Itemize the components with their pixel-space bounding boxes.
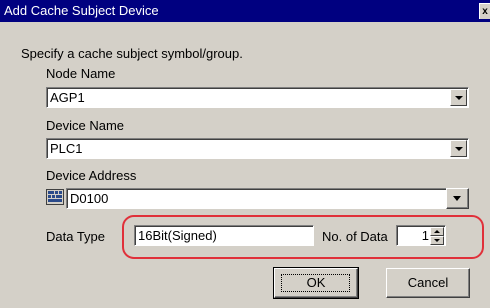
node-name-label: Node Name (46, 66, 116, 81)
node-name-dropdown-button[interactable] (450, 89, 467, 106)
device-address-value: D0100 (70, 191, 109, 206)
ok-button-label: OK (306, 275, 326, 290)
cancel-button-label: Cancel (407, 275, 449, 290)
instruction-text: Specify a cache subject symbol/group. (21, 46, 243, 61)
node-name-value: AGP1 (50, 90, 85, 105)
close-icon: x (482, 6, 488, 17)
node-name-combobox[interactable]: AGP1 (46, 87, 469, 108)
chevron-down-icon (455, 96, 463, 100)
cancel-button[interactable]: Cancel (386, 268, 470, 298)
add-cache-subject-device-dialog: Add Cache Subject Device x Specify a cac… (0, 0, 490, 308)
chevron-down-icon (453, 196, 461, 201)
device-name-combobox[interactable]: PLC1 (46, 138, 469, 159)
dialog-title: Add Cache Subject Device (4, 3, 159, 18)
device-name-dropdown-button[interactable] (450, 140, 467, 157)
device-name-label: Device Name (46, 118, 125, 133)
chevron-down-icon (455, 147, 463, 151)
title-bar[interactable]: Add Cache Subject Device x (0, 0, 490, 22)
data-type-label: Data Type (46, 229, 106, 244)
device-address-input-icon[interactable] (46, 189, 64, 205)
device-address-dropdown-button[interactable] (446, 188, 469, 209)
device-name-value: PLC1 (50, 141, 83, 156)
annotation-highlight (122, 215, 484, 259)
ok-button[interactable]: OK (273, 267, 359, 299)
device-address-combobox[interactable]: D0100 (66, 188, 469, 209)
close-button[interactable]: x (479, 3, 490, 19)
device-address-label: Device Address (46, 168, 137, 183)
